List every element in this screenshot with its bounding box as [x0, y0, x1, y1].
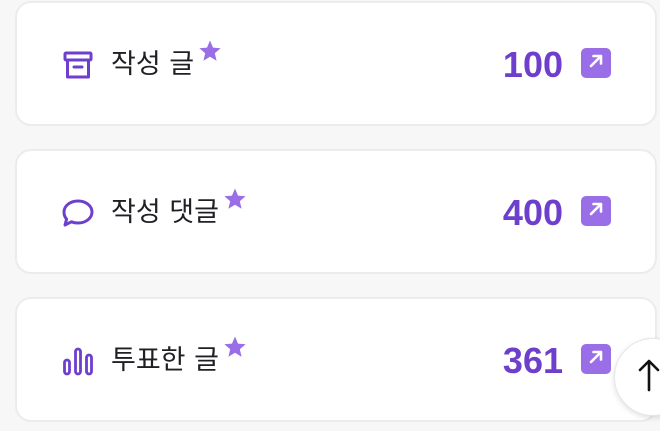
- stat-value: 400: [502, 192, 563, 233]
- star-icon: [198, 37, 222, 73]
- stat-label-text: 작성 글: [111, 49, 195, 80]
- stat-label: 작성 댓글: [111, 188, 247, 231]
- stat-label: 투표한 글: [111, 336, 247, 379]
- stat-card-comments[interactable]: 작성 댓글 400: [15, 149, 657, 274]
- star-icon: [223, 185, 247, 221]
- stat-card-posts[interactable]: 작성 글 100: [15, 1, 657, 126]
- arrow-up-right-icon: [587, 200, 605, 222]
- speech-bubble-icon: [61, 196, 95, 230]
- stat-label: 작성 글: [111, 40, 222, 83]
- star-icon: [223, 333, 247, 369]
- stat-label-text: 투표한 글: [111, 345, 219, 376]
- open-link-button[interactable]: [581, 344, 611, 374]
- archive-box-icon: [61, 48, 95, 82]
- arrow-up-right-icon: [587, 52, 605, 74]
- stat-value: 100: [502, 44, 563, 85]
- stat-value: 361: [502, 340, 563, 381]
- arrow-up-right-icon: [587, 348, 605, 370]
- stat-card-votes[interactable]: 투표한 글 361: [15, 297, 657, 422]
- open-link-button[interactable]: [581, 48, 611, 78]
- bar-chart-icon: [61, 344, 95, 378]
- stat-label-text: 작성 댓글: [111, 197, 219, 228]
- arrow-up-icon: [637, 358, 660, 396]
- open-link-button[interactable]: [581, 196, 611, 226]
